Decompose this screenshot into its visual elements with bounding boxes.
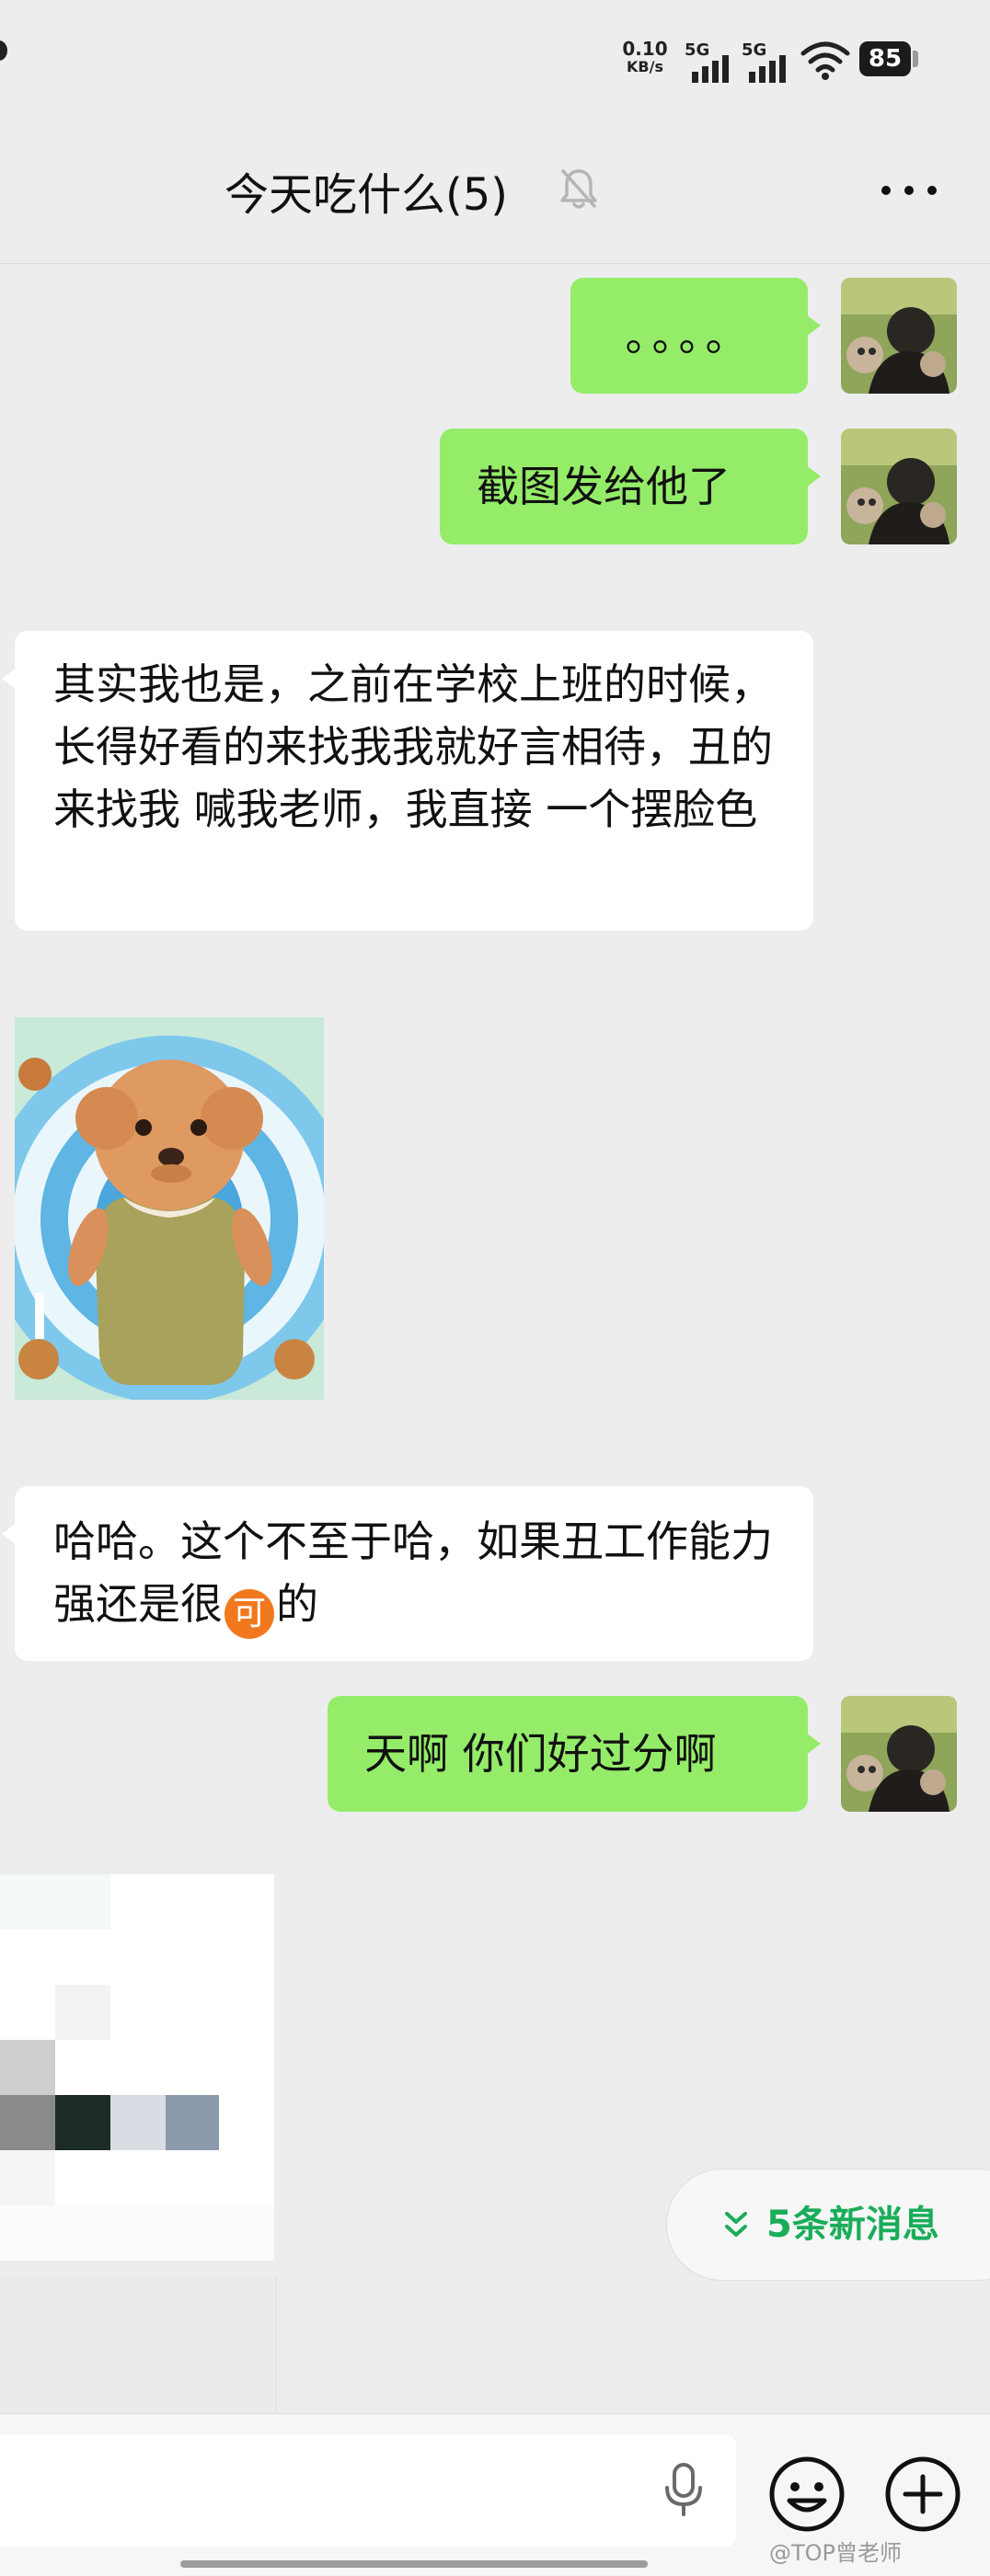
new-messages-label: 5条新消息 — [766, 2204, 939, 2246]
chat-title[interactable]: 今天吃什么(5) — [0, 158, 869, 232]
message-text-before: 哈哈。这个不至于哈，如果丑工作能力强还是很 — [53, 1517, 773, 1629]
wifi-icon — [800, 41, 850, 80]
message-input[interactable] — [0, 2434, 736, 2547]
avatar[interactable] — [841, 278, 957, 394]
bell-off-icon — [560, 169, 597, 209]
message-bubble-sent[interactable]: 。。。。 — [570, 278, 821, 394]
signal-bars-icon — [692, 55, 729, 83]
ke-emoji-icon: 可 — [224, 1589, 274, 1639]
new-messages-button[interactable]: 5条新消息 — [666, 2169, 990, 2281]
home-indicator[interactable] — [180, 2560, 648, 2568]
network-speed-unit: KB/s — [627, 58, 663, 75]
notification-dot — [0, 40, 7, 61]
battery-tip — [913, 51, 918, 67]
pixelated-image-lower — [0, 2277, 277, 2413]
emoji-icon[interactable] — [767, 2455, 846, 2534]
message-bubble-sent[interactable]: 截图发给他了 — [440, 429, 821, 544]
message-text: 。。。。 — [625, 311, 754, 361]
avatar[interactable] — [841, 429, 957, 544]
chat-header: 今天吃什么(5) — [0, 120, 990, 264]
microphone-icon[interactable] — [662, 2462, 705, 2517]
signal-bars-icon — [749, 55, 786, 83]
message-text: 天啊 你们好过分啊 — [364, 1729, 717, 1779]
network-speed-value: 0.10 — [622, 38, 668, 60]
double-chevron-down-icon — [725, 2212, 747, 2237]
message-bubble-sent[interactable]: 天啊 你们好过分啊 — [328, 1696, 821, 1812]
message-text: 其实我也是，之前在学校上班的时候，长得好看的来找我我就好言相待，丑的来找我 喊我… — [53, 659, 773, 834]
toy-poodle-sticker[interactable] — [15, 1017, 324, 1400]
cellular-signal-1: 5G — [685, 40, 738, 83]
avatar[interactable] — [841, 1696, 957, 1812]
message-text-after: 的 — [276, 1579, 318, 1629]
message-text: 截图发给他了 — [477, 462, 731, 511]
network-speed: 0.10 KB/s — [618, 39, 672, 75]
more-dots-icon[interactable] — [880, 180, 938, 202]
cellular-signal-2: 5G — [742, 40, 795, 83]
watermark: @TOP曾老师 — [769, 2540, 903, 2566]
message-bubble-received[interactable]: 哈哈。这个不至于哈，如果丑工作能力强还是很可的 — [2, 1486, 813, 1661]
plus-icon[interactable] — [883, 2455, 962, 2534]
status-bar: 0.10 KB/s 5G 5G 85 — [0, 0, 990, 120]
pixelated-image-message[interactable] — [0, 1874, 274, 2261]
battery-indicator: 85 — [859, 41, 911, 76]
message-bubble-received[interactable]: 其实我也是，之前在学校上班的时候，长得好看的来找我我就好言相待，丑的来找我 喊我… — [2, 631, 813, 931]
